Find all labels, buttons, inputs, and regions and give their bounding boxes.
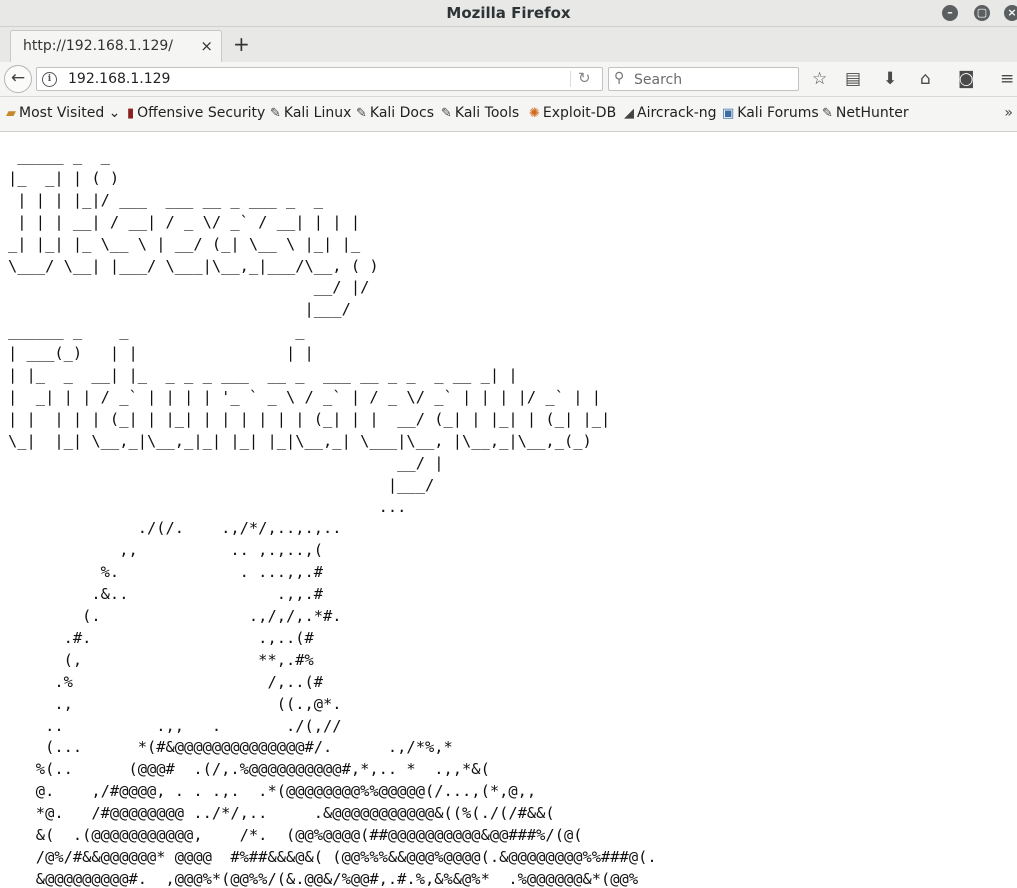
bookmark-label: Aircrack-ng [637,105,717,121]
bookmark-label: Kali Docs [369,105,434,121]
kali-icon: ✎ [270,106,281,121]
exploitdb-icon: ✺ [529,106,540,121]
pocket-icon[interactable]: ◙ [958,69,975,89]
site-info-icon[interactable]: i [42,72,57,87]
url-bar[interactable]: i 192.168.1.129 ↻ [36,67,603,91]
offsec-icon: ▮ [127,106,135,121]
back-button[interactable]: ← [4,65,32,93]
bookmarks-overflow-icon[interactable]: » [1004,105,1013,121]
downloads-icon[interactable]: ⬇ [883,69,897,89]
page-content: _____ _ _ |_ _| | ( ) | | | |_|/ ___ ___… [0,132,1017,888]
bookmark-label: Most Visited [19,105,105,121]
bookmark-label: Kali Linux [283,105,352,121]
bookmark-label: Offensive Security [137,105,266,121]
bookmark-kali-docs[interactable]: ✎ Kali Docs [356,105,434,121]
home-icon[interactable]: ⌂ [920,69,931,89]
window-title: Mozilla Firefox [446,4,571,22]
bookmark-label: NetHunter [835,105,909,121]
bookmark-kali-linux[interactable]: ✎ Kali Linux [270,105,351,121]
close-icon[interactable]: × [1004,5,1017,21]
tab-strip: http://192.168.1.129/ × + [0,27,1017,62]
bookmark-label: Kali Tools [454,105,520,121]
bookmark-exploit-db[interactable]: ✺ Exploit-DB [529,105,616,121]
bookmark-label: Exploit-DB [542,105,617,121]
url-text[interactable]: 192.168.1.129 [68,71,170,87]
kali-icon: ✎ [441,106,452,121]
chevron-down-icon: ⌄ [104,105,121,121]
bookmark-kali-tools[interactable]: ✎ Kali Tools [441,105,519,121]
url-separator [570,71,571,87]
back-arrow-icon: ← [10,68,26,88]
bookmarks-toolbar: ▰ Most Visited ⌄ ▮ Offensive Security ✎ Kal… [0,97,1017,132]
window-titlebar: Mozilla Firefox – ▢ × [0,0,1017,27]
aircrack-icon: ◢ [624,106,634,121]
bookmark-offensive-security[interactable]: ▮ Offensive Security [127,105,265,121]
navigation-toolbar: ← i 192.168.1.129 ↻ ⚲ ☆ ▤ ⬇ ⌂ ◙ ≡ [0,62,1017,97]
minimize-icon[interactable]: – [942,5,958,21]
bookmark-aircrack-ng[interactable]: ◢ Aircrack-ng [624,105,717,121]
kali-forums-icon: ▣ [722,106,735,121]
bookmark-label: Kali Forums [737,105,819,121]
ascii-art-banner: _____ _ _ |_ _| | ( ) | | | |_|/ ___ ___… [8,147,657,888]
browser-tab[interactable]: http://192.168.1.129/ × [10,30,222,62]
bookmark-nethunter[interactable]: ✎ NetHunter [822,105,909,121]
kali-icon: ✎ [356,106,367,121]
bookmark-most-visited[interactable]: ▰ Most Visited ⌄ [6,105,120,121]
search-input[interactable] [632,70,796,90]
bookmark-kali-forums[interactable]: ▣ Kali Forums [722,105,819,121]
tab-close-icon[interactable]: × [200,37,213,55]
reading-list-icon[interactable]: ▤ [845,69,861,89]
maximize-icon[interactable]: ▢ [974,5,990,21]
reload-icon[interactable]: ↻ [578,69,591,87]
kali-icon: ✎ [822,106,833,121]
search-icon: ⚲ [614,70,625,86]
bookmark-star-icon[interactable]: ☆ [812,69,827,89]
tab-title: http://192.168.1.129/ [23,38,174,54]
search-bar[interactable]: ⚲ [608,67,799,91]
folder-icon: ▰ [6,106,16,121]
new-tab-button[interactable]: + [233,33,250,55]
menu-icon[interactable]: ≡ [1000,69,1014,89]
